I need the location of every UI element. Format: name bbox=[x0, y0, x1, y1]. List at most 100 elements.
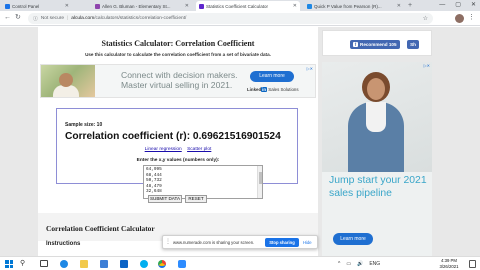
section-title: Correlation Coefficient Calculator bbox=[46, 224, 155, 233]
mail-icon[interactable] bbox=[120, 260, 128, 268]
banner-ad-headline-line2: Master virtual selling in 2021. bbox=[121, 80, 233, 90]
volume-icon[interactable]: 🔊 bbox=[357, 260, 363, 268]
linear-regression-link[interactable]: Linear regression bbox=[145, 147, 182, 152]
not-secure-icon[interactable]: ⓘ bbox=[33, 15, 38, 22]
file-explorer-icon[interactable] bbox=[80, 260, 88, 268]
windows-start-icon[interactable] bbox=[5, 260, 13, 268]
ad-person-face bbox=[367, 78, 385, 100]
back-arrow-icon[interactable]: ← bbox=[4, 14, 11, 22]
textarea-scrollbar[interactable] bbox=[257, 166, 262, 198]
tab-p-value[interactable]: Quick P Value from Pearson (R)... ✕ bbox=[304, 1, 404, 11]
security-label: Not secure bbox=[40, 16, 65, 21]
tab-close-icon[interactable]: ✕ bbox=[185, 3, 189, 9]
facebook-share-button[interactable]: Sh bbox=[407, 40, 419, 49]
linkedin-logo: Linkedin Sales Solutions bbox=[247, 87, 299, 92]
tab-label: Control Panel bbox=[12, 3, 40, 9]
tab-favicon-icon bbox=[199, 3, 204, 9]
tab-label: Allen G. Bluman - Elementary St... bbox=[102, 3, 171, 9]
linkedin-product: Sales Solutions bbox=[267, 87, 299, 92]
screen-share-message: www.numerade.com is sharing your screen. bbox=[173, 240, 255, 245]
social-share-bar: f Recommend 105 Sh bbox=[322, 30, 432, 56]
address-separator: | bbox=[67, 16, 69, 21]
tab-close-icon[interactable]: ✕ bbox=[293, 3, 297, 9]
banner-ad-headline: Connect with decision makers. Master vir… bbox=[121, 70, 261, 90]
search-icon[interactable]: ⚲ bbox=[20, 260, 28, 268]
minimize-button[interactable]: — bbox=[439, 0, 445, 10]
recommend-label: Recommend 105 bbox=[360, 42, 397, 47]
facebook-icon: f bbox=[353, 42, 358, 47]
new-tab-button[interactable]: + bbox=[408, 1, 412, 10]
clock-date: 3/26/2021 bbox=[439, 263, 459, 269]
banner-ad[interactable]: Connect with decision makers. Master vir… bbox=[40, 64, 316, 98]
drag-handle-icon[interactable]: ⋮ bbox=[165, 239, 171, 246]
start-logo-pane bbox=[9, 260, 13, 264]
result-links: Linear regression Scatter plot bbox=[57, 147, 299, 152]
close-window-button[interactable]: ✕ bbox=[471, 0, 476, 10]
sidebar: f Recommend 105 Sh ▷✕ Jump start your 202… bbox=[322, 27, 432, 256]
store-icon[interactable] bbox=[100, 260, 108, 268]
tab-favicon-icon bbox=[5, 3, 10, 9]
sidebar-ad-photo bbox=[322, 62, 432, 172]
ad-person-head bbox=[59, 73, 73, 87]
zoom-icon[interactable] bbox=[178, 260, 186, 268]
sidebar-ad-headline: Jump start your 2021 sales pipeline bbox=[329, 175, 427, 199]
sidebar-ad[interactable]: ▷✕ Jump start your 2021 sales pipeline L… bbox=[322, 62, 432, 256]
taskbar-clock[interactable]: 4:39 PM 3/26/2021 bbox=[432, 258, 466, 269]
instructions-heading: Instructions bbox=[46, 241, 81, 247]
hide-notification-button[interactable]: Hide bbox=[303, 240, 312, 245]
tab-close-icon[interactable]: ✕ bbox=[397, 3, 401, 9]
browser-menu-icon[interactable]: ⋮ bbox=[468, 13, 475, 23]
tab-bluman-book[interactable]: Allen G. Bluman - Elementary St... ✕ bbox=[92, 1, 192, 11]
edge-icon[interactable] bbox=[60, 260, 68, 268]
sidebar-ad-learn-more-button[interactable]: Learn more bbox=[333, 233, 373, 245]
address-domain: alcula.com bbox=[71, 16, 95, 21]
tab-favicon-icon bbox=[307, 3, 312, 9]
start-logo-pane bbox=[5, 264, 9, 268]
banner-ad-headline-line1: Connect with decision makers. bbox=[121, 70, 238, 80]
browser-tab-strip: Control Panel ✕ Allen G. Bluman - Elemen… bbox=[0, 0, 480, 11]
tab-control-panel[interactable]: Control Panel ✕ bbox=[2, 1, 72, 11]
reset-button[interactable]: RESET bbox=[185, 195, 207, 203]
notification-center-icon[interactable] bbox=[469, 260, 476, 268]
profile-avatar[interactable] bbox=[455, 14, 464, 23]
battery-icon[interactable]: ▭ bbox=[346, 260, 351, 268]
tab-favicon-icon bbox=[95, 3, 100, 9]
address-bar[interactable]: ⓘ Not secure | alcula.com/calculators/st… bbox=[28, 13, 433, 24]
correlation-coefficient-result: Correlation coefficient (r): 0.696215169… bbox=[65, 131, 281, 142]
sample-size-label: Sample size: 10 bbox=[65, 122, 103, 128]
tab-correlation-calculator[interactable]: Statistics Coefficient Calculator ✕ bbox=[196, 1, 300, 11]
reload-icon[interactable]: ↻ bbox=[15, 14, 21, 22]
linkedin-wordmark: Linked bbox=[247, 87, 262, 92]
language-indicator[interactable]: ENG bbox=[369, 260, 380, 268]
chrome-icon[interactable] bbox=[158, 260, 166, 268]
maximize-button[interactable]: ▢ bbox=[455, 0, 461, 10]
bookmark-star-icon[interactable]: ☆ bbox=[423, 15, 428, 22]
xy-values-label: Enter the x,y values (numbers only): bbox=[136, 158, 220, 163]
task-view-icon[interactable] bbox=[40, 260, 48, 267]
start-logo-pane bbox=[5, 260, 9, 264]
tab-label: Quick P Value from Pearson (R)... bbox=[314, 3, 382, 9]
ad-person-shirt bbox=[366, 102, 386, 132]
banner-ad-learn-more-button[interactable]: Learn more bbox=[250, 71, 294, 82]
page-title: Statistics Calculator: Correlation Coeff… bbox=[101, 39, 255, 48]
facebook-recommend-button[interactable]: f Recommend 105 bbox=[350, 40, 400, 49]
skype-icon[interactable] bbox=[140, 260, 148, 268]
browser-toolbar: ← ↻ ⓘ Not secure | alcula.com/calculator… bbox=[0, 11, 480, 26]
scatter-plot-link[interactable]: Scatter plot bbox=[187, 147, 211, 152]
tray-overflow-icon[interactable]: ^ bbox=[338, 260, 340, 268]
ad-choices-icon[interactable]: ▷✕ bbox=[307, 66, 313, 71]
submit-data-button[interactable]: SUBMIT DATA bbox=[148, 195, 182, 203]
screen-share-notification: ⋮ www.numerade.com is sharing your scree… bbox=[162, 235, 318, 249]
tab-label: Statistics Coefficient Calculator bbox=[206, 3, 268, 9]
page-subtitle: Use this calculator to calculate the cor… bbox=[85, 52, 271, 57]
scrollbar-thumb[interactable] bbox=[259, 172, 262, 184]
ad-choices-icon[interactable]: ▷✕ bbox=[424, 63, 430, 68]
start-logo-pane bbox=[9, 264, 13, 268]
stop-sharing-button[interactable]: Stop sharing bbox=[265, 238, 299, 247]
window-controls: — ▢ ✕ bbox=[439, 0, 476, 10]
ad-photo bbox=[41, 65, 95, 97]
tab-close-icon[interactable]: ✕ bbox=[65, 3, 69, 9]
windows-taskbar: ⚲ ^ ▭ 🔊 ENG 4:39 PM 3/26/2021 bbox=[0, 256, 480, 270]
web-page: Statistics Calculator: Correlation Coeff… bbox=[0, 27, 480, 256]
xy-values-textarea[interactable]: 64,995 68,444 50,732 48,479 32,648 bbox=[143, 165, 263, 199]
